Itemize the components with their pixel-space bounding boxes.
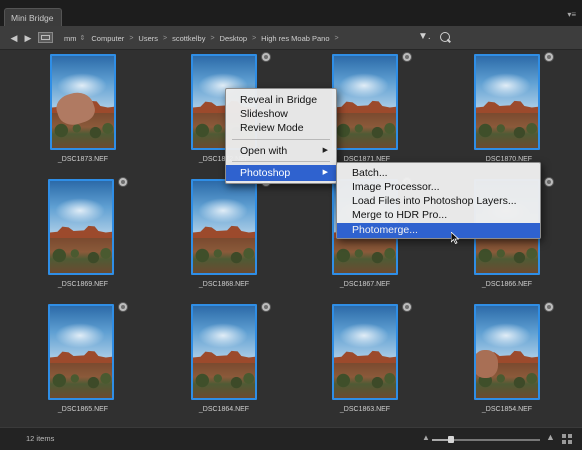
- thumbnail-image[interactable]: [191, 304, 257, 400]
- file-name: _DSC1864.NEF: [198, 406, 250, 413]
- zoom-in-icon[interactable]: ▲: [546, 432, 555, 442]
- breadcrumb-separator-icon: >: [210, 34, 215, 42]
- stack-badge-icon[interactable]: [118, 302, 128, 312]
- menu-item-label: Open with: [240, 145, 288, 157]
- submenu-arrow-icon: ▶: [322, 169, 328, 176]
- stack-badge-icon[interactable]: [261, 52, 271, 62]
- breadcrumb-item[interactable]: Computer: [91, 34, 124, 43]
- mouse-pointer-icon: [451, 232, 459, 244]
- thumbnail-size-slider[interactable]: [432, 436, 540, 443]
- menu-item-open-with[interactable]: Open with ▶: [226, 144, 336, 158]
- submenu-item-load-files-into-layers[interactable]: Load Files into Photoshop Layers...: [337, 194, 540, 208]
- stack-badge-icon[interactable]: [544, 302, 554, 312]
- thumbnail-cell[interactable]: _DSC1869.NEF: [12, 177, 154, 299]
- breadcrumb-separator-icon: >: [129, 34, 134, 42]
- breadcrumb: mm ⇕ Computer > Users > scottkelby > Des…: [64, 26, 344, 50]
- updown-chevron-icon[interactable]: ⇕: [80, 34, 86, 42]
- submenu-arrow-icon: ▶: [322, 147, 328, 154]
- panel-tab[interactable]: Mini Bridge: [4, 8, 62, 26]
- path-bar: ◀ ▶ mm ⇕ Computer > Users > scottkelby >…: [0, 26, 582, 50]
- submenu-item-image-processor[interactable]: Image Processor...: [337, 180, 540, 194]
- breadcrumb-item[interactable]: scottkelby: [172, 34, 205, 43]
- photoshop-submenu: Batch... Image Processor... Load Files i…: [336, 162, 541, 239]
- menu-item-slideshow[interactable]: Slideshow: [226, 107, 336, 121]
- stack-badge-icon[interactable]: [261, 302, 271, 312]
- breadcrumb-separator-icon: >: [163, 34, 168, 42]
- file-name: _DSC1854.NEF: [481, 406, 533, 413]
- mini-bridge-panel: Mini Bridge ▾≡ ◀ ▶ mm ⇕ Computer > Users…: [0, 0, 582, 450]
- file-name: _DSC1866.NEF: [481, 281, 533, 288]
- stack-badge-icon[interactable]: [402, 302, 412, 312]
- file-name: _DSC1869.NEF: [57, 281, 109, 288]
- breadcrumb-root[interactable]: mm: [64, 34, 77, 43]
- flyout-menu-icon[interactable]: ▾≡: [567, 10, 576, 19]
- search-icon[interactable]: [440, 32, 450, 42]
- submenu-item-photomerge[interactable]: Photomerge...: [337, 223, 540, 238]
- thumbnail-image[interactable]: [50, 54, 116, 150]
- zoom-out-icon[interactable]: ▲: [422, 433, 430, 442]
- breadcrumb-item[interactable]: Users: [138, 34, 158, 43]
- file-name: _DSC1865.NEF: [57, 406, 109, 413]
- filter-icon[interactable]: ▼.: [418, 31, 431, 42]
- file-name: _DSC1863.NEF: [339, 406, 391, 413]
- stack-badge-icon[interactable]: [118, 177, 128, 187]
- file-name: _DSC1873.NEF: [57, 156, 109, 163]
- breadcrumb-item[interactable]: High res Moab Pano: [261, 34, 329, 43]
- forward-arrow-icon[interactable]: ▶: [22, 31, 34, 45]
- thumbnail-cell[interactable]: _DSC1870.NEF: [436, 52, 578, 174]
- thumbnail-cell[interactable]: _DSC1854.NEF: [436, 302, 578, 424]
- menu-item-label: Photoshop: [240, 167, 291, 179]
- breadcrumb-item[interactable]: Desktop: [220, 34, 248, 43]
- file-name: _DSC1867.NEF: [339, 281, 391, 288]
- thumbnail-image[interactable]: [332, 54, 398, 150]
- slider-knob[interactable]: [448, 436, 455, 443]
- submenu-item-batch[interactable]: Batch...: [337, 166, 540, 180]
- thumbnail-cell[interactable]: _DSC1864.NEF: [153, 302, 295, 424]
- thumbnail-cell[interactable]: _DSC1863.NEF: [294, 302, 436, 424]
- status-bar: 12 items ▲ ▲: [0, 427, 582, 450]
- menu-item-review-mode[interactable]: Review Mode: [226, 121, 336, 135]
- file-name: _DSC1868.NEF: [198, 281, 250, 288]
- menu-item-reveal-in-bridge[interactable]: Reveal in Bridge: [226, 93, 336, 107]
- thumbnail-cell[interactable]: _DSC1868.NEF: [153, 177, 295, 299]
- thumbnail-image[interactable]: [332, 304, 398, 400]
- context-menu: Reveal in Bridge Slideshow Review Mode O…: [225, 88, 337, 184]
- stack-badge-icon[interactable]: [544, 52, 554, 62]
- breadcrumb-separator-icon: >: [252, 34, 257, 42]
- thumbnail-image[interactable]: [48, 179, 114, 275]
- grid-view-icon[interactable]: [562, 434, 572, 444]
- thumbnail-image[interactable]: [191, 179, 257, 275]
- thumbnail-image[interactable]: [48, 304, 114, 400]
- title-bar: Mini Bridge ▾≡: [0, 0, 582, 26]
- thumbnail-image[interactable]: [474, 304, 540, 400]
- stack-badge-icon[interactable]: [402, 52, 412, 62]
- submenu-item-merge-to-hdr-pro[interactable]: Merge to HDR Pro...: [337, 208, 540, 222]
- thumbnail-image[interactable]: [474, 54, 540, 150]
- thumbnail-cell[interactable]: _DSC1873.NEF: [12, 52, 154, 174]
- back-arrow-icon[interactable]: ◀: [8, 31, 20, 45]
- folder-view-icon[interactable]: [38, 32, 53, 43]
- menu-item-photoshop[interactable]: Photoshop ▶: [226, 165, 336, 181]
- menu-divider: [232, 139, 330, 140]
- breadcrumb-separator-icon: >: [334, 34, 339, 42]
- thumbnail-cell[interactable]: _DSC1865.NEF: [12, 302, 154, 424]
- menu-divider: [232, 161, 330, 162]
- item-count: 12 items: [26, 434, 55, 443]
- stack-badge-icon[interactable]: [544, 177, 554, 187]
